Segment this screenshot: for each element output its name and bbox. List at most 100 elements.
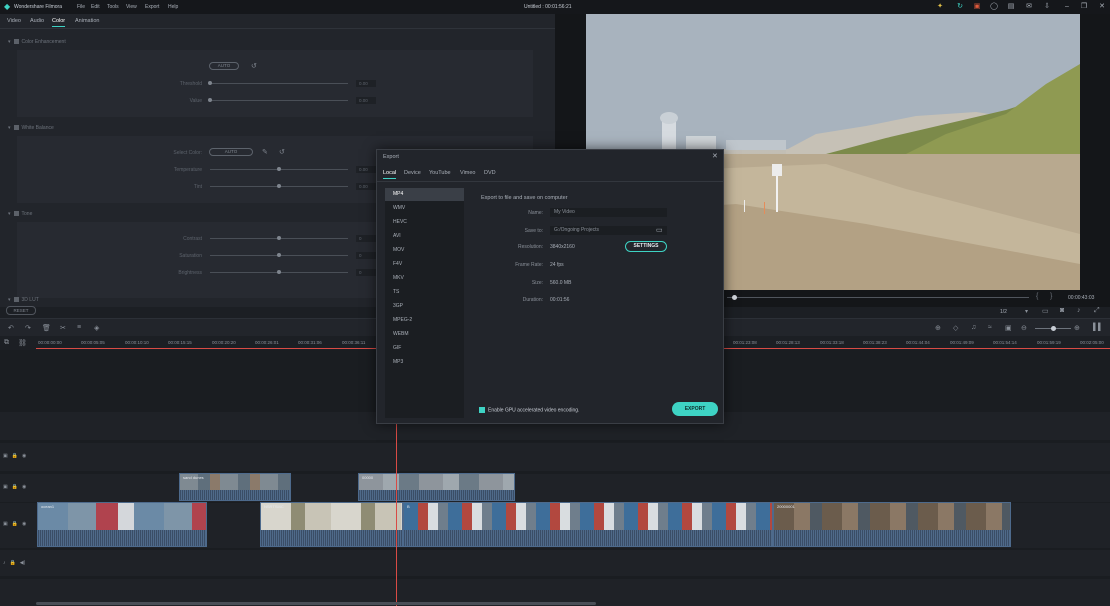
render-icon[interactable]: ⊕ [935, 324, 941, 332]
section-white-balance[interactable]: ▾ White Balance [8, 125, 54, 131]
snapshot-icon[interactable]: ◙ [1060, 307, 1064, 314]
pause-icon[interactable]: ▌▌ [1093, 324, 1103, 331]
format-mov[interactable]: MOV [385, 244, 464, 257]
monitor-icon[interactable]: ▭ [1042, 307, 1049, 315]
format-mp4[interactable]: MP4 [385, 188, 464, 201]
format-hevc[interactable]: HEVC [385, 216, 464, 229]
lock-icon[interactable]: 🔒 [12, 521, 18, 527]
audio-ducking-icon[interactable]: ◈ [94, 324, 99, 332]
menu-help[interactable]: Help [168, 4, 178, 10]
preview-scrubber[interactable] [727, 297, 1029, 298]
contrast-value[interactable]: 0 [356, 235, 376, 242]
microphone-icon[interactable]: ♫ [971, 324, 976, 331]
format-mpeg2[interactable]: MPEG-2 [385, 314, 464, 327]
timeline-clip[interactable]: 00000 [358, 473, 515, 501]
save-icon[interactable]: ▤ [1007, 3, 1015, 11]
menu-file[interactable]: File [77, 4, 85, 10]
restore-icon[interactable]: ❐ [1080, 3, 1088, 11]
section-color-enhancement[interactable]: ▾ Color Enhancement [8, 39, 66, 45]
marker-icon[interactable]: ◇ [953, 324, 958, 332]
timeline-scrollbar[interactable] [36, 602, 596, 605]
reset-button[interactable]: RESET [6, 306, 36, 315]
auto-enhance-button[interactable]: AUTO [209, 62, 239, 70]
tab-animation[interactable]: Animation [75, 18, 99, 24]
temperature-value[interactable]: 0.00 [356, 166, 376, 173]
prev-frame-icon[interactable]: { [1036, 293, 1038, 300]
download-icon[interactable]: ⇩ [1043, 3, 1051, 11]
voiceover-icon[interactable]: ≈ [988, 324, 992, 331]
volume-icon[interactable]: ♪ [1077, 307, 1081, 314]
tab-vimeo[interactable]: Vimeo [460, 170, 476, 176]
format-gif[interactable]: GIF [385, 342, 464, 355]
zoom-out-icon[interactable]: ⊖ [1021, 324, 1027, 332]
quality-dropdown-icon[interactable]: ▾ [1025, 308, 1028, 315]
minimize-icon[interactable]: – [1063, 3, 1071, 11]
sync-icon[interactable]: ↻ [956, 3, 964, 11]
tab-dvd[interactable]: DVD [484, 170, 496, 176]
timeline-clip[interactable]: NSRTSI4C [260, 502, 403, 547]
gift-icon[interactable]: ▣ [973, 3, 981, 11]
value-slider[interactable] [210, 100, 348, 101]
format-webm[interactable]: WEBM [385, 328, 464, 341]
tab-video[interactable]: Video [7, 18, 21, 24]
redo-icon[interactable]: ↷ [25, 324, 31, 332]
add-track-icon[interactable]: ⧉ [4, 339, 9, 347]
close-dialog-icon[interactable]: ✕ [712, 152, 718, 160]
auto-white-balance-button[interactable]: AUTO [209, 148, 253, 156]
link-icon[interactable]: ⛓ [18, 339, 27, 347]
name-input[interactable]: My Video [550, 208, 667, 217]
preview-quality[interactable]: 1/2 [1000, 309, 1007, 315]
menu-view[interactable]: View [126, 4, 137, 10]
snapshot-tl-icon[interactable]: ▣ [1005, 324, 1012, 332]
tab-color[interactable]: Color [52, 18, 66, 27]
format-mkv[interactable]: MKV [385, 272, 464, 285]
lightbulb-icon[interactable]: ✦ [936, 3, 944, 11]
lock-icon[interactable]: 🔒 [10, 560, 16, 566]
brightness-value[interactable]: 0 [356, 269, 376, 276]
temperature-knob[interactable] [277, 167, 281, 171]
section-tone[interactable]: ▾ Tone [8, 211, 32, 217]
brightness-knob[interactable] [277, 270, 281, 274]
format-mp3[interactable]: MP3 [385, 356, 464, 369]
threshold-slider[interactable] [210, 83, 348, 84]
speaker-icon[interactable]: ◀) [20, 560, 26, 566]
cut-icon[interactable]: ✂ [60, 324, 66, 332]
reset-enhance-icon[interactable]: ↺ [251, 62, 257, 70]
menu-edit[interactable]: Edit [91, 4, 100, 10]
eye-icon[interactable]: ◉ [22, 484, 26, 490]
tab-youtube[interactable]: YouTube [429, 170, 451, 176]
fullscreen-icon[interactable]: ⤢ [1094, 307, 1100, 315]
mail-icon[interactable]: ✉ [1025, 3, 1033, 11]
timeline-clip[interactable]: ocean1 [37, 502, 207, 547]
section-3d-lut[interactable]: ▾ 3D LUT [8, 297, 39, 303]
menu-tools[interactable]: Tools [107, 4, 119, 10]
value-value[interactable]: 0.00 [356, 97, 376, 104]
timeline-clip[interactable]: B [403, 502, 773, 547]
tint-knob[interactable] [277, 184, 281, 188]
settings-button[interactable]: SETTINGS [625, 241, 667, 252]
lock-icon[interactable]: 🔒 [12, 484, 18, 490]
format-avi[interactable]: AVI [385, 230, 464, 243]
format-ts[interactable]: TS [385, 286, 464, 299]
reset-white-balance-icon[interactable]: ↺ [279, 148, 285, 156]
zoom-slider-knob[interactable] [1051, 326, 1056, 331]
save-to-input[interactable]: G:/Ongoing Projects [550, 226, 667, 235]
format-wmv[interactable]: WMV [385, 202, 464, 215]
gpu-encoding-checkbox[interactable]: Enable GPU accelerated video encoding. [479, 407, 579, 413]
tab-audio[interactable]: Audio [30, 18, 44, 24]
eyedropper-icon[interactable]: ✎ [262, 148, 268, 156]
user-icon[interactable]: ◯ [990, 3, 998, 11]
timeline-clip[interactable]: 20000001 [773, 502, 1011, 547]
value-knob[interactable] [208, 98, 212, 102]
next-frame-icon[interactable]: } [1050, 293, 1052, 300]
saturation-value[interactable]: 0 [356, 252, 376, 259]
format-f4v[interactable]: F4V [385, 258, 464, 271]
tab-device[interactable]: Device [404, 170, 421, 176]
eye-icon[interactable]: ◉ [22, 521, 26, 527]
undo-icon[interactable]: ↶ [8, 324, 14, 332]
threshold-value[interactable]: 0.00 [356, 80, 376, 87]
timeline-clip[interactable]: sand dunes [179, 473, 291, 501]
delete-icon[interactable]: 🗑 [42, 324, 51, 332]
folder-icon[interactable]: ▭ [656, 226, 663, 234]
menu-export[interactable]: Export [145, 4, 159, 10]
